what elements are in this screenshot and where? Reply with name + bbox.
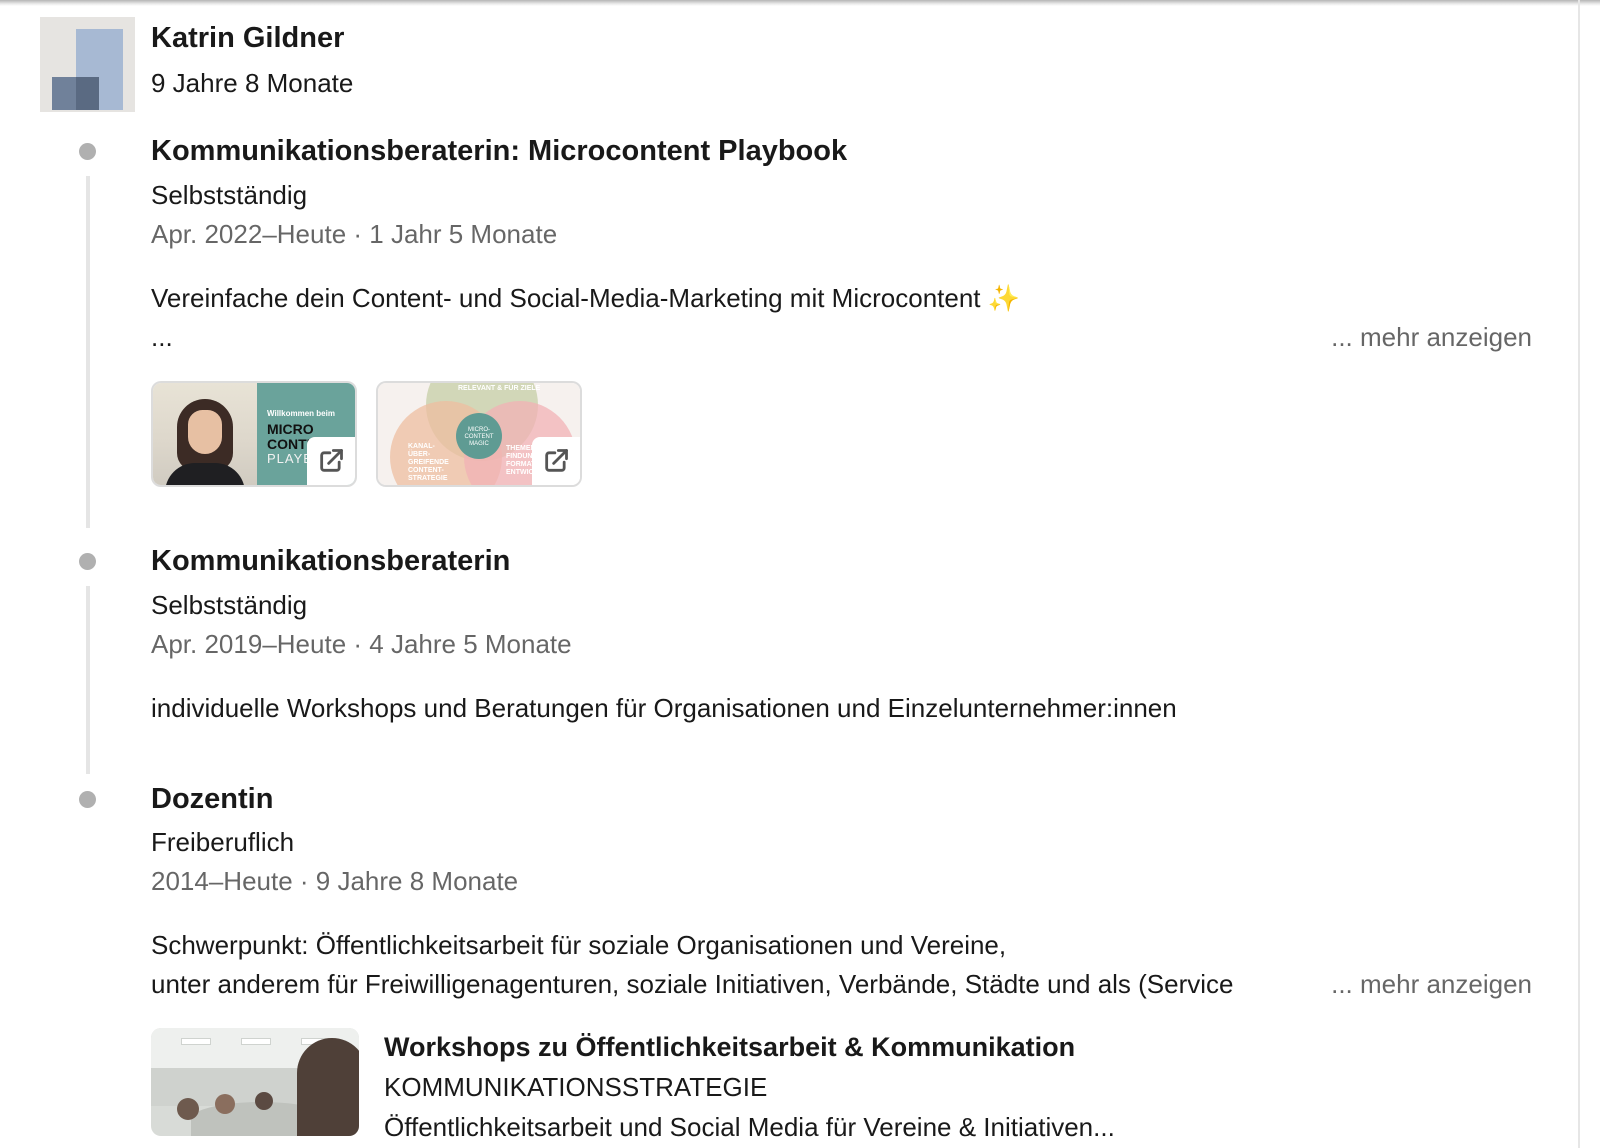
employment-type: Selbstständig bbox=[151, 180, 308, 210]
position-title[interactable]: Dozentin bbox=[151, 783, 273, 816]
venn-center-label: MICRO-CONTENT MAGIC bbox=[464, 427, 494, 447]
external-link-icon[interactable] bbox=[532, 437, 580, 485]
top-shadow bbox=[0, 0, 1600, 6]
featured-thumbnail[interactable] bbox=[151, 1028, 359, 1136]
position-dates: Apr. 2022–Heute · 1 Jahr 5 Monate bbox=[151, 219, 558, 249]
thumbnail-text: Willkommen beim bbox=[267, 409, 335, 418]
ceiling-light bbox=[181, 1038, 211, 1045]
show-more-button[interactable]: ... mehr anzeigen bbox=[1331, 969, 1532, 1000]
sparkles-icon: ✨ bbox=[987, 283, 1021, 313]
media-thumbnail-diagram[interactable]: RELEVANT & FÜR ZIELE MICRO-CONTENT MAGIC… bbox=[376, 381, 582, 487]
logo-shape bbox=[76, 77, 99, 110]
employment-type: Selbstständig bbox=[151, 590, 308, 620]
timeline-dot bbox=[79, 791, 96, 808]
experience-section: Katrin Gildner 9 Jahre 8 Monate Kommunik… bbox=[0, 0, 1600, 1148]
employment-type: Freiberuflich bbox=[151, 827, 295, 857]
timeline-dot bbox=[79, 143, 96, 160]
thumbnail-text: MICRO bbox=[267, 421, 314, 437]
position-title[interactable]: Kommunikationsberaterin: Microcontent Pl… bbox=[151, 135, 847, 168]
featured-subtitle: KOMMUNIKATIONSSTRATEGIE bbox=[384, 1072, 768, 1102]
scroll-edge bbox=[1578, 0, 1580, 1148]
position-description-truncated: unter anderem für Freiwilligenagenturen,… bbox=[151, 969, 1234, 999]
description-ellipsis: ... bbox=[151, 322, 173, 352]
ceiling-light bbox=[241, 1038, 271, 1045]
timeline-dot bbox=[79, 553, 96, 570]
venn-label: RELEVANT & FÜR ZIELE bbox=[458, 385, 541, 392]
position-description: Vereinfache dein Content- und Social-Med… bbox=[151, 283, 1020, 314]
person-body bbox=[165, 463, 245, 485]
position-description: Schwerpunkt: Öffentlichkeitsarbeit für s… bbox=[151, 930, 1007, 960]
position-dates: Apr. 2019–Heute · 4 Jahre 5 Monate bbox=[151, 629, 572, 659]
timeline-line bbox=[86, 176, 90, 528]
media-thumbnail-video[interactable]: Willkommen beim MICRO CONTENT PLAYB... bbox=[151, 381, 357, 487]
video-still bbox=[153, 383, 257, 485]
featured-description: Öffentlichkeitsarbeit und Social Media f… bbox=[384, 1112, 1115, 1142]
person-head bbox=[255, 1092, 273, 1110]
company-logo[interactable] bbox=[40, 17, 135, 112]
person-head bbox=[177, 1098, 199, 1120]
position-dates: 2014–Heute · 9 Jahre 8 Monate bbox=[151, 866, 519, 896]
person-face bbox=[188, 410, 222, 454]
timeline-line bbox=[86, 586, 90, 774]
person-foreground bbox=[297, 1038, 359, 1136]
position-description: individuelle Workshops und Beratungen fü… bbox=[151, 693, 1177, 723]
company-name[interactable]: Katrin Gildner bbox=[151, 22, 344, 55]
position-title[interactable]: Kommunikationsberaterin bbox=[151, 545, 510, 578]
venn-label: KANAL-ÜBER-GREIFENDE CONTENT-STRATEGIE bbox=[408, 443, 449, 482]
description-text: Vereinfache dein Content- und Social-Med… bbox=[151, 283, 981, 313]
external-link-icon[interactable] bbox=[307, 437, 355, 485]
person-head bbox=[215, 1094, 235, 1114]
company-duration: 9 Jahre 8 Monate bbox=[151, 68, 354, 98]
show-more-button[interactable]: ... mehr anzeigen bbox=[1331, 322, 1532, 353]
featured-title[interactable]: Workshops zu Öffentlichkeitsarbeit & Kom… bbox=[384, 1032, 1075, 1063]
